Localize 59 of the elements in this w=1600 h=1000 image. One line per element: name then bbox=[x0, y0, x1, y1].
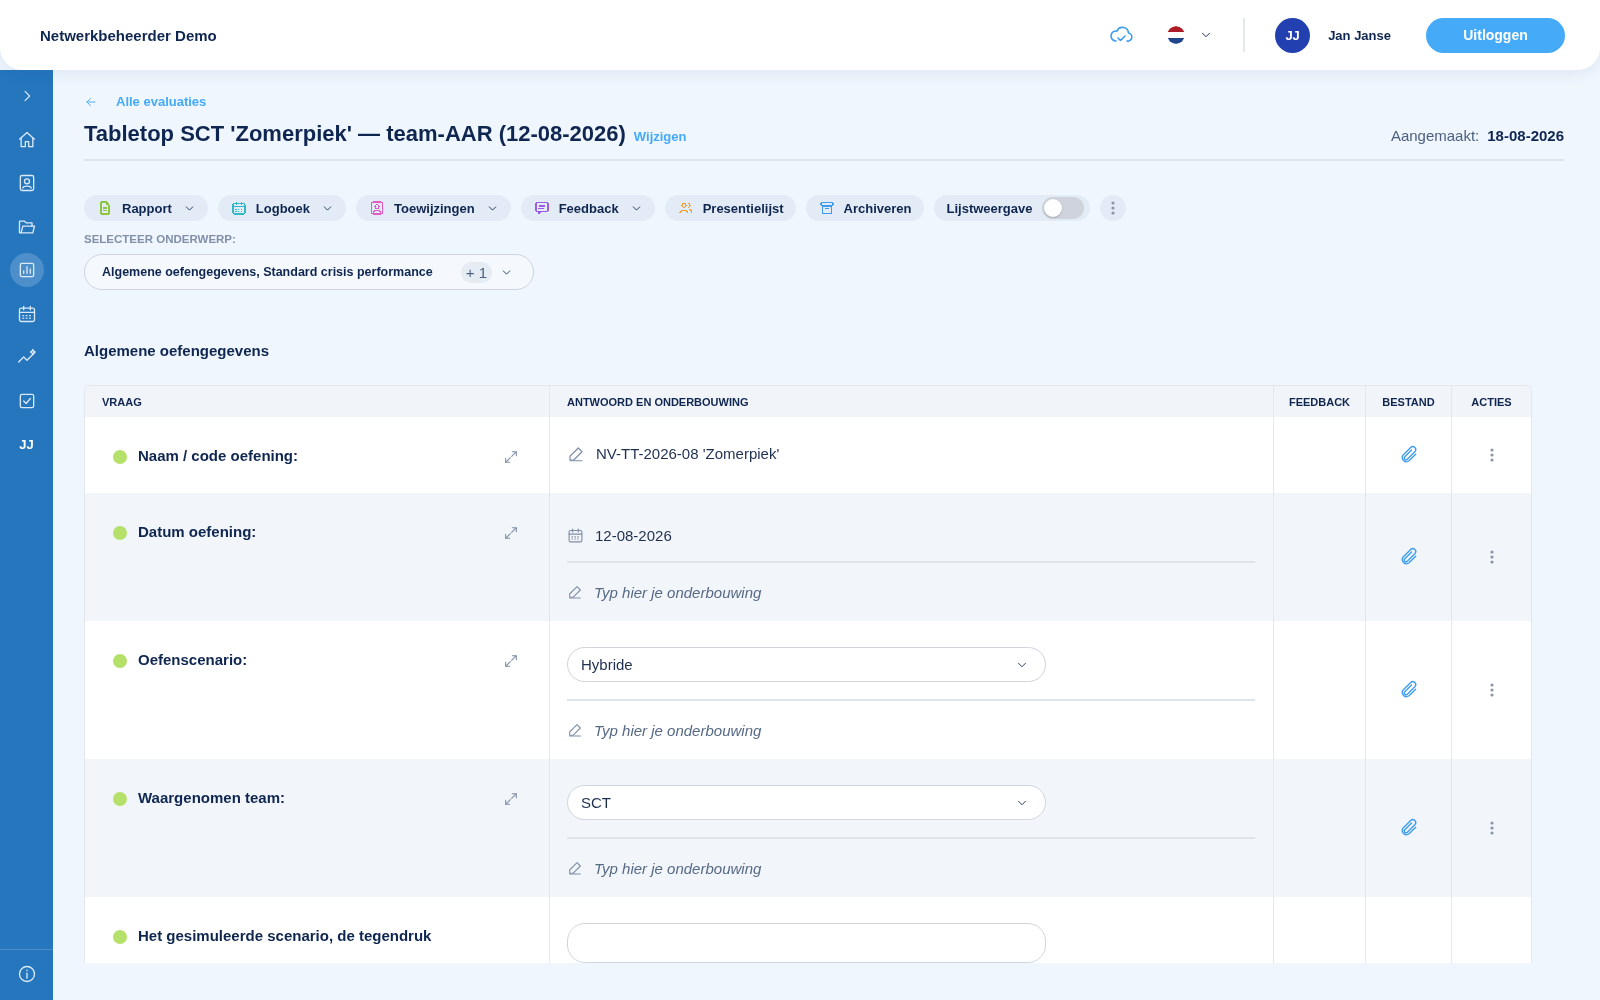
answer-date[interactable]: 12-08-2026 bbox=[595, 527, 672, 544]
toggle-switch[interactable] bbox=[1041, 197, 1084, 219]
pencil-icon bbox=[567, 722, 583, 738]
toolbar-chip[interactable]: Logboek bbox=[217, 195, 346, 221]
dropdown-value: SCT bbox=[581, 794, 612, 811]
dropdown-value: Hybride bbox=[581, 656, 634, 673]
calendar-icon bbox=[567, 527, 584, 544]
toggle-label: Lijstweergave bbox=[946, 200, 1033, 216]
paperclip-icon bbox=[1398, 818, 1419, 838]
more-icon[interactable] bbox=[1489, 683, 1494, 697]
app-title: Netwerkbeheerder Demo bbox=[40, 26, 218, 44]
user-name: Jan Janse bbox=[1328, 27, 1391, 43]
pencil-icon bbox=[567, 584, 583, 600]
toolbar-chip[interactable]: Presentielijst bbox=[664, 195, 796, 221]
paperclip-icon bbox=[1398, 547, 1419, 567]
calendar-icon bbox=[16, 303, 37, 324]
flag-icon bbox=[1167, 26, 1186, 44]
column-header: VRAAG bbox=[101, 394, 143, 410]
paperclip-icon bbox=[1398, 680, 1419, 700]
more-icon[interactable] bbox=[1489, 550, 1494, 564]
answer-dropdown[interactable]: SCT bbox=[567, 785, 1046, 820]
subject-dropdown[interactable]: Algemene oefengegevens, Standard crisis performance + 1 bbox=[84, 254, 534, 290]
toolbar-chip[interactable]: Archiveren bbox=[805, 195, 924, 221]
expand-icon bbox=[503, 653, 519, 669]
note-field[interactable]: Typ hier je onderbouwing bbox=[594, 859, 894, 877]
note-field[interactable]: Typ hier je onderbouwing bbox=[594, 583, 894, 601]
pencil-icon bbox=[567, 445, 585, 463]
question-text: Het gesimuleerde scenario, de tegendruk bbox=[138, 927, 433, 944]
created-date: 18-08-2026 bbox=[1487, 127, 1564, 144]
nav-item[interactable] bbox=[9, 253, 44, 287]
toolbar-chip[interactable]: Toewijzingen bbox=[356, 195, 511, 221]
question-text: Oefenscenario: bbox=[138, 651, 249, 668]
question-text: Datum oefening: bbox=[138, 523, 258, 540]
more-icon[interactable] bbox=[1489, 448, 1494, 462]
toolbar-chip[interactable]: Feedback bbox=[520, 195, 655, 221]
paperclip-icon bbox=[1398, 445, 1419, 465]
note-field[interactable]: Typ hier je onderbouwing bbox=[594, 721, 894, 739]
subject-value: Algemene oefengegevens, Standard crisis performance bbox=[102, 265, 434, 279]
more-button[interactable] bbox=[1099, 195, 1126, 221]
answer-text[interactable]: NV-TT-2026-08 'Zomerpiek' bbox=[596, 445, 780, 462]
created-label: Aangemaakt: bbox=[1390, 127, 1480, 144]
home-icon bbox=[16, 129, 37, 150]
user-avatar[interactable]: JJ bbox=[1275, 17, 1311, 53]
question-text: Naam / code oefening: bbox=[138, 447, 300, 464]
page-title: Tabletop SCT 'Zomerpiek' — team-AAR (12-08-2026) bbox=[84, 121, 626, 147]
expand-icon bbox=[503, 525, 519, 541]
section-title: Algemene oefengegevens bbox=[84, 342, 271, 359]
question-text: Waargenomen team: bbox=[138, 789, 286, 806]
more-icon[interactable] bbox=[1489, 821, 1494, 835]
more-icon bbox=[1110, 201, 1115, 215]
subject-label: SELECTEER ONDERWERP: bbox=[84, 233, 237, 245]
toolbar-chip[interactable]: Rapport bbox=[84, 195, 208, 221]
expand-icon bbox=[503, 791, 519, 807]
expand-icon bbox=[503, 449, 519, 465]
extra-count-badge: + 1 bbox=[460, 261, 492, 283]
nav-item[interactable]: JJ bbox=[9, 427, 44, 461]
answer-dropdown[interactable]: Hybride bbox=[567, 647, 1046, 682]
info-icon bbox=[16, 964, 37, 984]
pencil-icon bbox=[567, 860, 583, 876]
